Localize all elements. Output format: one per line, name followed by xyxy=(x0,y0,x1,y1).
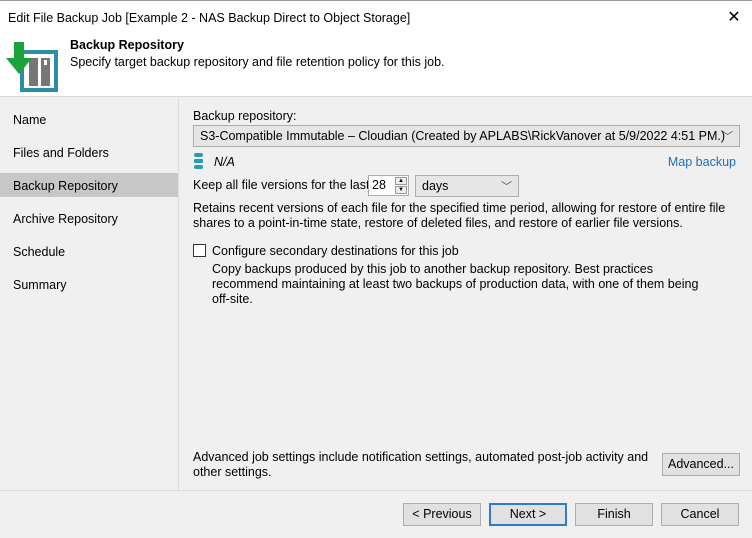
secondary-description: Copy backups produced by this job to ano… xyxy=(212,262,699,306)
backup-repository-icon xyxy=(6,42,58,92)
wizard-header: Backup Repository Specify target backup … xyxy=(0,34,752,97)
chevron-down-icon: ﹀ xyxy=(722,131,733,143)
window-title: Edit File Backup Job [Example 2 - NAS Ba… xyxy=(8,11,411,25)
map-backup-link[interactable]: Map backup xyxy=(668,155,736,169)
secondary-destinations-checkbox[interactable] xyxy=(193,244,206,257)
stepper-down-icon[interactable]: ▼ xyxy=(395,186,407,194)
sidebar-item-archive-repository[interactable]: Archive Repository xyxy=(0,206,178,230)
previous-button[interactable]: < Previous xyxy=(403,503,481,526)
main-panel: Backup repository: S3-Compatible Immutab… xyxy=(180,98,752,490)
sidebar-item-schedule[interactable]: Schedule xyxy=(0,239,178,263)
cancel-button[interactable]: Cancel xyxy=(661,503,739,526)
next-button[interactable]: Next > xyxy=(489,503,567,526)
keep-label: Keep all file versions for the last: xyxy=(193,178,373,192)
keep-unit-value: days xyxy=(422,179,449,193)
sidebar-item-files-and-folders[interactable]: Files and Folders xyxy=(0,140,178,164)
title-bar: Edit File Backup Job [Example 2 - NAS Ba… xyxy=(0,0,752,34)
database-icon xyxy=(194,153,203,169)
wizard-footer: < Previous Next > Finish Cancel xyxy=(0,490,752,538)
sidebar-item-name[interactable]: Name xyxy=(0,107,178,131)
page-title: Backup Repository xyxy=(70,38,184,52)
close-icon[interactable]: ✕ xyxy=(724,7,744,27)
repo-select-value: S3-Compatible Immutable – Cloudian (Crea… xyxy=(200,129,726,143)
advanced-button[interactable]: Advanced... xyxy=(662,453,740,476)
repo-size: N/A xyxy=(214,155,235,169)
sidebar-item-summary[interactable]: Summary xyxy=(0,272,178,296)
repo-select[interactable]: S3-Compatible Immutable – Cloudian (Crea… xyxy=(193,125,740,147)
sidebar-item-backup-repository[interactable]: Backup Repository xyxy=(0,173,178,197)
finish-button[interactable]: Finish xyxy=(575,503,653,526)
secondary-destinations-label[interactable]: Configure secondary destinations for thi… xyxy=(212,244,459,258)
keep-unit-select[interactable]: days ﹀ xyxy=(415,175,519,197)
keep-value: 28 xyxy=(372,178,386,192)
advanced-description: Advanced job settings include notificati… xyxy=(193,450,649,479)
chevron-down-icon: ﹀ xyxy=(501,181,512,193)
repo-label: Backup repository: xyxy=(193,109,297,123)
wizard-steps: Name Files and Folders Backup Repository… xyxy=(0,98,179,490)
stepper-up-icon[interactable]: ▲ xyxy=(395,177,407,185)
keep-versions-stepper[interactable]: 28 ▲ ▼ xyxy=(368,175,409,196)
retain-description: Retains recent versions of each file for… xyxy=(193,201,726,230)
page-subtitle: Specify target backup repository and fil… xyxy=(70,55,445,69)
